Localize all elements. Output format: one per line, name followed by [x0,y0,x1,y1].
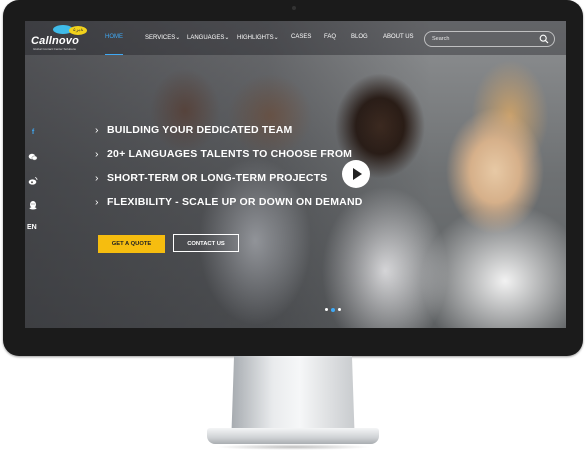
logo-wordmark: Callnovo [31,35,80,47]
hero-bullet-text: FLEXIBILITY - SCALE UP OR DOWN ON DEMAND [107,196,363,208]
search-box[interactable] [424,31,555,47]
play-icon [353,168,362,180]
monitor-frame: ﺔﺑﺮﻋ Callnovo Global Contact Center Solu… [3,0,583,356]
language-switch[interactable]: EN [27,224,37,231]
monitor-stand-base [207,428,379,444]
facebook-icon[interactable]: f [28,128,38,138]
stand-shadow [215,444,371,450]
nav-item-home[interactable]: HOME [105,34,123,40]
nav-item-cases[interactable]: CASES [291,34,311,40]
header-bar: ﺔﺑﺮﻋ Callnovo Global Contact Center Solu… [25,21,566,55]
chevron-right-icon: › [95,172,99,184]
weibo-icon[interactable] [28,176,38,186]
chevron-down-icon: ⌄ [175,35,181,41]
contact-us-button[interactable]: CONTACT US [173,234,239,252]
chevron-right-icon: › [95,124,99,136]
nav-item-languages-label: LANGUAGES [187,35,225,41]
nav-item-highlights-label: HIGHLIGHTS [237,35,274,41]
chevron-down-icon: ⌄ [273,35,279,41]
slider-dot-active[interactable] [331,307,335,312]
monitor-stand-neck [231,356,355,436]
logo-bubble-yellow: ﺔﺑﺮﻋ [69,26,87,35]
slider-dot[interactable] [325,308,328,311]
hero-bullet-text: SHORT-TERM OR LONG-TERM PROJECTS [107,172,328,184]
logo-tagline: Global Contact Center Solutions [33,47,76,51]
nav-item-languages[interactable]: LANGUAGES⌄ [187,34,229,41]
chevron-right-icon: › [95,196,99,208]
chevron-right-icon: › [95,148,99,160]
nav-item-faq[interactable]: FAQ [324,34,336,40]
hero-bullet: › SHORT-TERM OR LONG-TERM PROJECTS [95,172,328,184]
hero-bullet: › 20+ LANGUAGES TALENTS TO CHOOSE FROM [95,148,352,160]
nav-item-highlights[interactable]: HIGHLIGHTS⌄ [237,34,279,41]
website-screen: ﺔﺑﺮﻋ Callnovo Global Contact Center Solu… [25,21,566,328]
chevron-down-icon: ⌄ [224,35,230,41]
get-a-quote-button[interactable]: GET A QUOTE [98,235,165,253]
hero-bullet-text: 20+ LANGUAGES TALENTS TO CHOOSE FROM [107,148,353,160]
search-input[interactable] [432,34,532,44]
play-video-button[interactable] [342,160,370,188]
logo[interactable]: ﺔﺑﺮﻋ Callnovo Global Contact Center Solu… [31,25,91,51]
hero-bullet: › FLEXIBILITY - SCALE UP OR DOWN ON DEMAN… [95,196,363,208]
hero-bullet: › BUILDING YOUR DEDICATED TEAM [95,124,292,136]
nav-item-services-label: SERVICES [145,35,176,41]
wechat-icon[interactable] [28,152,38,162]
active-nav-underline [105,54,123,55]
qq-icon[interactable] [28,200,38,210]
nav-item-blog[interactable]: BLOG [351,34,368,40]
hero-bullet-text: BUILDING YOUR DEDICATED TEAM [107,124,293,136]
search-icon[interactable] [539,34,549,44]
nav-item-services[interactable]: SERVICES⌄ [145,34,180,41]
webcam [292,6,296,10]
slider-dot[interactable] [338,308,341,311]
nav-item-about-us[interactable]: ABOUT US [383,34,414,40]
